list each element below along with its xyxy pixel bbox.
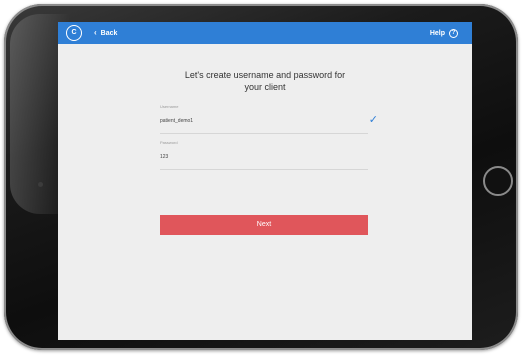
stage: C ‹ Back Help ? Let's create username an… [0, 0, 524, 356]
back-label: Back [100, 29, 118, 37]
page-title-line1: Let's create username and password for [184, 70, 346, 80]
next-button[interactable]: Next [160, 215, 368, 235]
username-label: Username [160, 104, 179, 109]
help-circle-icon: ? [449, 28, 458, 38]
app-screen: C ‹ Back Help ? Let's create username an… [58, 22, 472, 340]
back-button[interactable]: ‹ Back [94, 26, 117, 40]
password-field[interactable]: Password 123 [160, 140, 368, 170]
password-underline [160, 169, 368, 170]
chevron-left-icon: ‹ [94, 28, 97, 37]
checkmark-icon: ✓ [368, 113, 378, 126]
help-label: Help [429, 29, 445, 37]
password-label: Password [160, 140, 178, 145]
page-title: Let's create username and password for y… [138, 69, 392, 93]
username-field[interactable]: Username patient_demo1 ✓ [160, 104, 378, 134]
password-input[interactable]: 123 [160, 154, 168, 160]
top-bar: C ‹ Back Help ? [58, 22, 472, 44]
page-title-line2: your client [244, 82, 286, 92]
help-button[interactable]: Help ? [430, 26, 458, 40]
logo-icon: C [66, 25, 82, 41]
username-input[interactable]: patient_demo1 [160, 118, 193, 124]
home-button[interactable] [483, 166, 513, 196]
username-underline [160, 133, 368, 134]
camera-icon [38, 182, 43, 187]
